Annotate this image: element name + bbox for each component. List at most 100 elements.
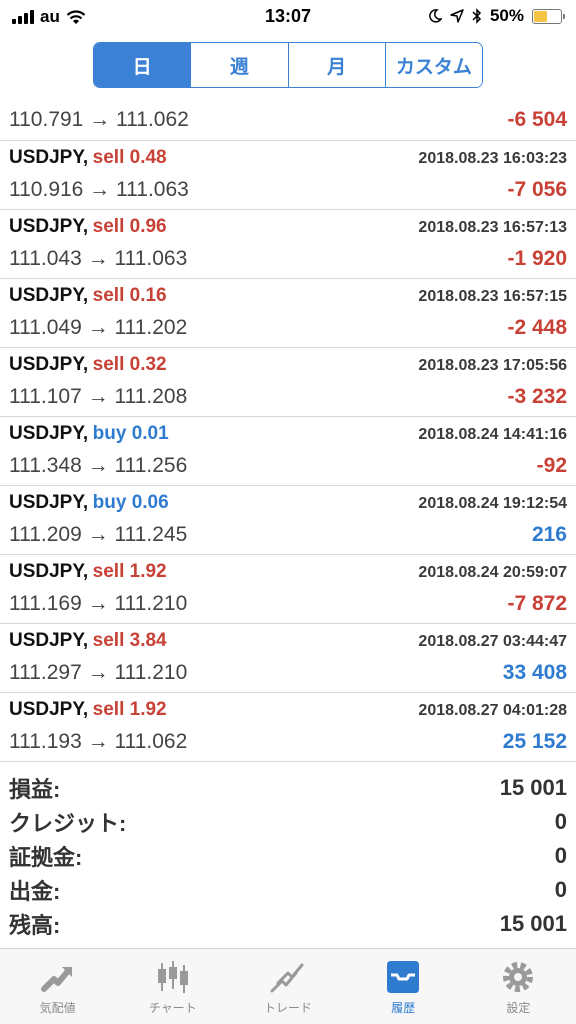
settings-icon [503, 962, 534, 992]
trade-side: sell 0.96 [92, 216, 167, 237]
trade-row[interactable]: USDJPY, sell 1.92 2018.08.24 20:59:07 11… [0, 555, 576, 624]
trade-prices: 110.791 → 111.062 [9, 108, 189, 131]
summary-value: 15 001 [499, 775, 567, 800]
trade-symbol: USDJPY, [9, 492, 89, 513]
trade-symbol: USDJPY, [9, 354, 89, 375]
summary-label: 出金: [9, 879, 61, 904]
summary-value: 0 [554, 843, 567, 868]
trade-symbol: USDJPY, [9, 285, 89, 306]
trade-prices: 111.193 → 111.062 [9, 730, 188, 753]
location-icon [450, 9, 464, 23]
trade-row[interactable]: USDJPY, sell 1.92 2018.08.27 04:01:28 11… [0, 693, 576, 762]
summary-row-credit: クレジット: 0 [0, 805, 576, 839]
tab-label: 気配値 [39, 1001, 76, 1015]
trade-profit: -6 504 [507, 108, 567, 131]
tab-quotes[interactable]: 気配値 [0, 949, 115, 1024]
status-bar: au 13:07 50% [0, 0, 576, 34]
trade-time: 2018.08.27 04:01:28 [418, 702, 567, 719]
summary-label: クレジット: [9, 811, 127, 836]
trade-time: 2018.08.23 16:03:23 [418, 150, 567, 167]
trade-profit: -7 872 [507, 592, 567, 615]
period-tab-custom[interactable]: カスタム [385, 43, 482, 87]
trade-symbol: USDJPY, [9, 561, 89, 582]
trade-time: 2018.08.27 03:44:47 [418, 633, 567, 650]
trade-row[interactable]: USDJPY, sell 3.84 2018.08.27 03:44:47 11… [0, 624, 576, 693]
trade-row[interactable]: USDJPY, sell 0.16 2018.08.23 16:57:15 11… [0, 279, 576, 348]
summary-value: 0 [554, 809, 567, 834]
bottom-tab-bar: 気配値 チャート トレード 履歴 設定 [0, 948, 576, 1024]
moon-icon [429, 9, 442, 23]
trade-side: sell 0.32 [92, 354, 167, 375]
trade-time: 2018.08.23 16:57:13 [418, 219, 567, 236]
trade-prices: 111.209 → 111.245 [9, 523, 188, 546]
summary-value: 0 [554, 877, 567, 902]
trade-side: sell 3.84 [92, 630, 167, 651]
trade-time: 2018.08.24 20:59:07 [418, 564, 567, 581]
trade-profit: -1 920 [507, 247, 567, 270]
tab-trade[interactable]: トレード [230, 949, 345, 1024]
battery-level [534, 10, 547, 22]
trade-profit: 33 408 [502, 661, 567, 684]
trade-prices: 111.297 → 111.210 [9, 661, 188, 684]
trade-prices: 111.107 → 111.208 [9, 385, 188, 408]
trade-prices: 111.043 → 111.063 [9, 247, 188, 270]
quotes-icon [40, 967, 72, 992]
tab-label: 設定 [506, 1001, 531, 1015]
battery-percent: 50% [489, 6, 524, 25]
summary-row-withdrawal: 出金: 0 [0, 873, 576, 907]
trade-profit: -92 [536, 454, 567, 477]
chart-icon [157, 961, 188, 993]
trade-row[interactable]: USDJPY, buy 0.01 2018.08.24 14:41:16 111… [0, 417, 576, 486]
status-right: 50% [428, 6, 565, 26]
tab-label: チャート [148, 1001, 197, 1015]
battery-icon [532, 8, 565, 24]
summary-label: 損益: [9, 777, 61, 802]
tab-chart[interactable]: チャート [115, 949, 230, 1024]
trade-profit: -3 232 [507, 385, 567, 408]
trade-symbol: USDJPY, [9, 216, 89, 237]
tab-history[interactable]: 履歴 [346, 949, 461, 1024]
account-summary: 損益: 15 001 クレジット: 0 証拠金: 0 出金: 0 残高: 15 … [0, 771, 576, 941]
bluetooth-icon [472, 8, 482, 24]
trade-history-list[interactable]: 110.791 → 111.062 -6 504 USDJPY, sell 0.… [0, 98, 576, 762]
trade-time: 2018.08.23 16:57:15 [418, 288, 567, 305]
trade-time: 2018.08.24 19:12:54 [418, 495, 567, 512]
trade-side: buy 0.06 [92, 492, 169, 513]
trade-prices: 111.169 → 111.210 [9, 592, 188, 615]
trade-row-partial[interactable]: 110.791 → 111.062 -6 504 [0, 98, 576, 141]
trade-symbol: USDJPY, [9, 699, 89, 720]
tab-label: 履歴 [391, 1001, 416, 1015]
trade-row[interactable]: USDJPY, sell 0.32 2018.08.23 17:05:56 11… [0, 348, 576, 417]
trade-profit: 216 [531, 523, 567, 546]
trade-profit: -7 056 [507, 178, 567, 201]
trade-prices: 110.916 → 111.063 [9, 178, 189, 201]
trade-profit: -2 448 [507, 316, 567, 339]
period-tab-month[interactable]: 月 [288, 43, 386, 87]
trade-icon [270, 963, 304, 993]
summary-row-balance: 残高: 15 001 [0, 907, 576, 941]
summary-row-profit: 損益: 15 001 [0, 771, 576, 805]
summary-label: 残高: [9, 913, 61, 938]
trade-prices: 111.049 → 111.202 [9, 316, 188, 339]
trade-side: sell 1.92 [92, 699, 167, 720]
trade-row[interactable]: USDJPY, sell 0.96 2018.08.23 16:57:13 11… [0, 210, 576, 279]
trade-symbol: USDJPY, [9, 630, 89, 651]
trade-row[interactable]: USDJPY, buy 0.06 2018.08.24 19:12:54 111… [0, 486, 576, 555]
trade-row[interactable]: USDJPY, sell 0.48 2018.08.23 16:03:23 11… [0, 141, 576, 210]
trade-symbol: USDJPY, [9, 147, 89, 168]
trade-time: 2018.08.24 14:41:16 [418, 426, 567, 443]
trade-side: buy 0.01 [92, 423, 169, 444]
tab-settings[interactable]: 設定 [461, 949, 576, 1024]
trade-prices: 111.348 → 111.256 [9, 454, 188, 477]
trade-profit: 25 152 [502, 730, 567, 753]
summary-label: 証拠金: [9, 845, 83, 870]
trade-side: sell 0.48 [92, 147, 167, 168]
period-tab-day[interactable]: 日 [94, 43, 192, 87]
period-tab-week[interactable]: 週 [191, 43, 289, 87]
summary-row-margin: 証拠金: 0 [0, 839, 576, 873]
trade-side: sell 1.92 [92, 561, 167, 582]
history-icon [387, 961, 420, 993]
summary-value: 15 001 [499, 911, 567, 936]
tab-label: トレード [264, 1001, 313, 1015]
trade-symbol: USDJPY, [9, 423, 89, 444]
